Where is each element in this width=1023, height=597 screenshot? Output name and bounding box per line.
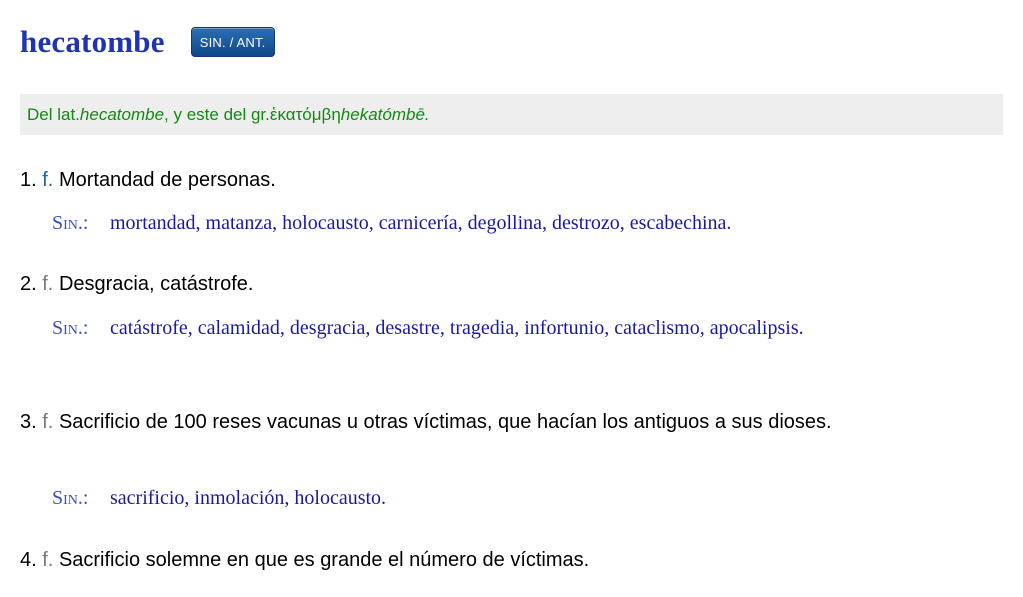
- synonyms-3: Sin.: sacrificio, inmolación, holocausto…: [52, 484, 952, 513]
- sense-definition: Sacrificio solemne en que es grande el n…: [58, 549, 590, 571]
- sense-number: 4.: [20, 549, 37, 571]
- sense-number: 1.: [20, 169, 37, 191]
- sense-number: 3.: [20, 411, 37, 433]
- grammar-abbr-link[interactable]: f.: [42, 273, 53, 295]
- synonyms-label: Sin.:: [52, 317, 89, 339]
- dictionary-entry: hecatombe SIN. / ANT. Del lat. hecatombe…: [0, 0, 1023, 597]
- etymology-latin: hecatombe: [79, 104, 165, 124]
- grammar-abbr-link[interactable]: f.: [42, 549, 53, 571]
- sense-number: 2.: [20, 273, 37, 295]
- sense-definition: Sacrificio de 100 reses vacunas u otras …: [58, 411, 832, 433]
- entry-header: hecatombe SIN. / ANT.: [20, 22, 275, 62]
- sense-1: 1. f. Mortandad de personas.: [20, 165, 980, 195]
- sense-3: 3. f. Sacrificio de 100 reses vacunas u …: [20, 407, 980, 437]
- sense-2: 2. f. Desgracia, catástrofe.: [20, 269, 980, 299]
- synonyms-list[interactable]: sacrificio, inmolación, holocausto.: [110, 484, 952, 513]
- headword: hecatombe: [20, 24, 165, 59]
- grammar-abbr-link[interactable]: f.: [42, 169, 53, 191]
- synonyms-list[interactable]: catástrofe, calamidad, desgracia, desast…: [110, 314, 952, 343]
- etymology-prefix: Del lat.: [27, 104, 80, 124]
- synonyms-antonyms-button[interactable]: SIN. / ANT.: [190, 27, 275, 57]
- synonyms-1: Sin.: mortandad, matanza, holocausto, ca…: [52, 209, 952, 238]
- sense-definition: Desgracia, catástrofe.: [58, 273, 254, 295]
- grammar-abbr-link[interactable]: f.: [42, 411, 53, 433]
- etymology: Del lat. hecatombe, y este del gr. ἑκατό…: [20, 94, 1003, 135]
- sense-4: 4. f. Sacrificio solemne en que es grand…: [20, 545, 980, 575]
- synonyms-label: Sin.:: [52, 212, 89, 234]
- synonyms-2: Sin.: catástrofe, calamidad, desgracia, …: [52, 314, 952, 343]
- synonyms-label: Sin.:: [52, 487, 89, 509]
- synonyms-list[interactable]: mortandad, matanza, holocausto, carnicer…: [110, 209, 952, 238]
- etymology-greek: ἑκατόμβη: [269, 104, 341, 124]
- etymology-middle: , y este del gr.: [164, 104, 270, 124]
- etymology-transliteration: hekatómbē.: [340, 104, 430, 124]
- sense-definition: Mortandad de personas.: [58, 169, 276, 191]
